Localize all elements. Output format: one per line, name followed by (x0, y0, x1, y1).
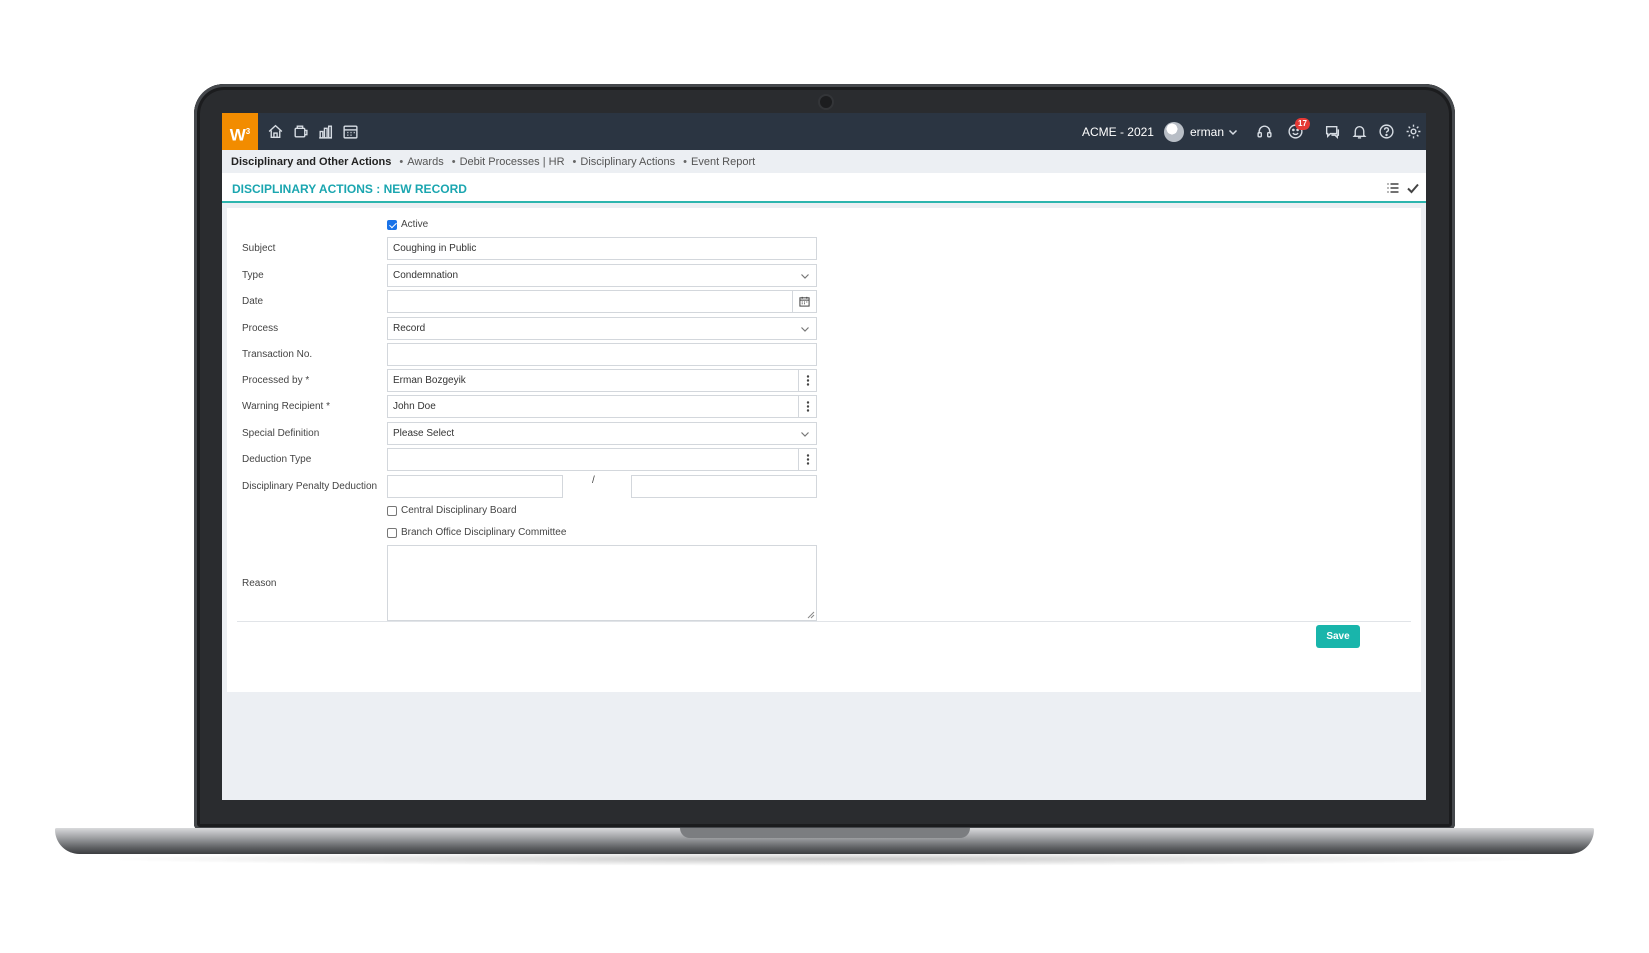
topbar-right: ACME - 2021 erman 17 (1082, 113, 1426, 150)
home-icon[interactable] (267, 123, 284, 140)
subject-label: Subject (242, 243, 276, 254)
company-name[interactable]: ACME - 2021 (1082, 125, 1154, 139)
type-label: Type (242, 270, 264, 281)
bell-icon[interactable] (1351, 123, 1368, 140)
breadcrumb-separator: • (572, 156, 577, 168)
breadcrumb-separator: • (399, 156, 404, 168)
breadcrumb-item[interactable]: Event Report (691, 156, 755, 168)
calendar-icon[interactable] (342, 123, 359, 140)
help-icon[interactable] (1378, 123, 1395, 140)
form-divider (237, 621, 1411, 622)
laptop-notch (680, 828, 970, 838)
emoji-notification[interactable]: 17 (1287, 118, 1310, 140)
process-label: Process (242, 323, 279, 334)
deduction-type-label: Deduction Type (242, 454, 312, 465)
branch-committee-checkbox[interactable]: Branch Office Disciplinary Committee (387, 527, 566, 538)
vertical-dots-icon (806, 454, 810, 465)
resize-handle-icon[interactable] (807, 611, 815, 619)
headset-icon[interactable] (1256, 123, 1273, 140)
warning-recipient-value: John Doe (393, 401, 436, 412)
breadcrumb-item[interactable]: Awards (407, 156, 443, 168)
type-select[interactable]: Condemnation (387, 264, 817, 287)
page-header: DISCIPLINARY ACTIONS : NEW RECORD (222, 173, 1426, 203)
subject-value: Coughing in Public (393, 243, 477, 254)
notification-badge: 17 (1295, 118, 1310, 130)
processed-by-input[interactable]: Erman Bozgeyik (387, 369, 817, 392)
special-definition-label: Special Definition (242, 428, 320, 439)
username[interactable]: erman (1190, 125, 1224, 139)
date-input[interactable] (387, 290, 817, 313)
active-label: Active (401, 219, 429, 230)
avatar[interactable] (1163, 121, 1184, 142)
chat-icon[interactable] (1324, 123, 1341, 140)
process-select[interactable]: Record (387, 317, 817, 340)
gear-icon[interactable] (1405, 123, 1422, 140)
deduction-type-input[interactable] (387, 448, 817, 471)
save-button[interactable]: Save (1316, 625, 1360, 648)
vertical-dots-icon (806, 375, 810, 386)
date-picker-button[interactable] (792, 291, 816, 312)
processed-by-label: Processed by * (242, 375, 310, 386)
app-logo[interactable]: W3 (222, 113, 258, 150)
checkbox-checked[interactable] (387, 219, 397, 230)
processed-by-value: Erman Bozgeyik (393, 375, 466, 386)
transaction-no-label: Transaction No. (242, 349, 313, 360)
laptop-shadow (90, 852, 1560, 866)
warning-recipient-label: Warning Recipient * (242, 401, 331, 412)
camera-icon (818, 94, 834, 110)
subject-input[interactable]: Coughing in Public (387, 237, 817, 260)
box-icon[interactable] (292, 123, 309, 140)
warning-recipient-input[interactable]: John Doe (387, 395, 817, 418)
special-definition-value: Please Select (393, 428, 455, 439)
penalty-deduction-input-b[interactable] (631, 475, 817, 498)
app-screen: W3 ACME - 2021 erman 17 Disciplinary and… (222, 113, 1426, 800)
process-value: Record (393, 323, 426, 334)
breadcrumb-item[interactable]: Debit Processes | HR (460, 156, 565, 168)
form-panel: Active Subject Coughing in Public Type C… (227, 208, 1421, 692)
vertical-dots-icon (806, 401, 810, 412)
central-board-checkbox[interactable]: Central Disciplinary Board (387, 505, 517, 516)
date-label: Date (242, 296, 264, 307)
breadcrumb-separator: • (683, 156, 687, 168)
reason-textarea[interactable] (387, 545, 817, 621)
warning-recipient-options-button[interactable] (798, 396, 816, 417)
active-checkbox[interactable]: Active (387, 219, 428, 230)
processed-by-options-button[interactable] (798, 370, 816, 391)
chevron-down-icon[interactable] (1228, 127, 1238, 137)
deduction-type-options-button[interactable] (798, 449, 816, 470)
calendar-icon (799, 296, 810, 307)
penalty-deduction-separator: / (592, 475, 595, 486)
breadcrumb-item[interactable]: Disciplinary Actions (580, 156, 675, 168)
breadcrumb-separator: • (451, 156, 456, 168)
breadcrumb: Disciplinary and Other Actions • Awards … (231, 156, 755, 168)
type-value: Condemnation (393, 270, 459, 281)
page-title: DISCIPLINARY ACTIONS : NEW RECORD (232, 182, 467, 196)
penalty-deduction-input-a[interactable] (387, 475, 563, 498)
central-board-label: Central Disciplinary Board (401, 505, 517, 516)
list-icon[interactable] (1386, 181, 1400, 195)
reason-label: Reason (242, 578, 277, 589)
transaction-no-input[interactable] (387, 343, 817, 366)
penalty-deduction-label: Disciplinary Penalty Deduction (242, 481, 378, 492)
top-bar: W3 ACME - 2021 erman 17 (222, 113, 1426, 150)
bar-chart-icon[interactable] (317, 123, 334, 140)
checkbox-unchecked[interactable] (387, 505, 397, 516)
breadcrumb-item[interactable]: Disciplinary and Other Actions (231, 156, 391, 168)
chevron-down-icon (801, 274, 809, 279)
checkbox-unchecked[interactable] (387, 527, 397, 538)
branch-committee-label: Branch Office Disciplinary Committee (401, 527, 567, 538)
special-definition-select[interactable]: Please Select (387, 422, 817, 445)
check-icon[interactable] (1406, 181, 1420, 195)
chevron-down-icon (801, 432, 809, 437)
chevron-down-icon (801, 327, 809, 332)
